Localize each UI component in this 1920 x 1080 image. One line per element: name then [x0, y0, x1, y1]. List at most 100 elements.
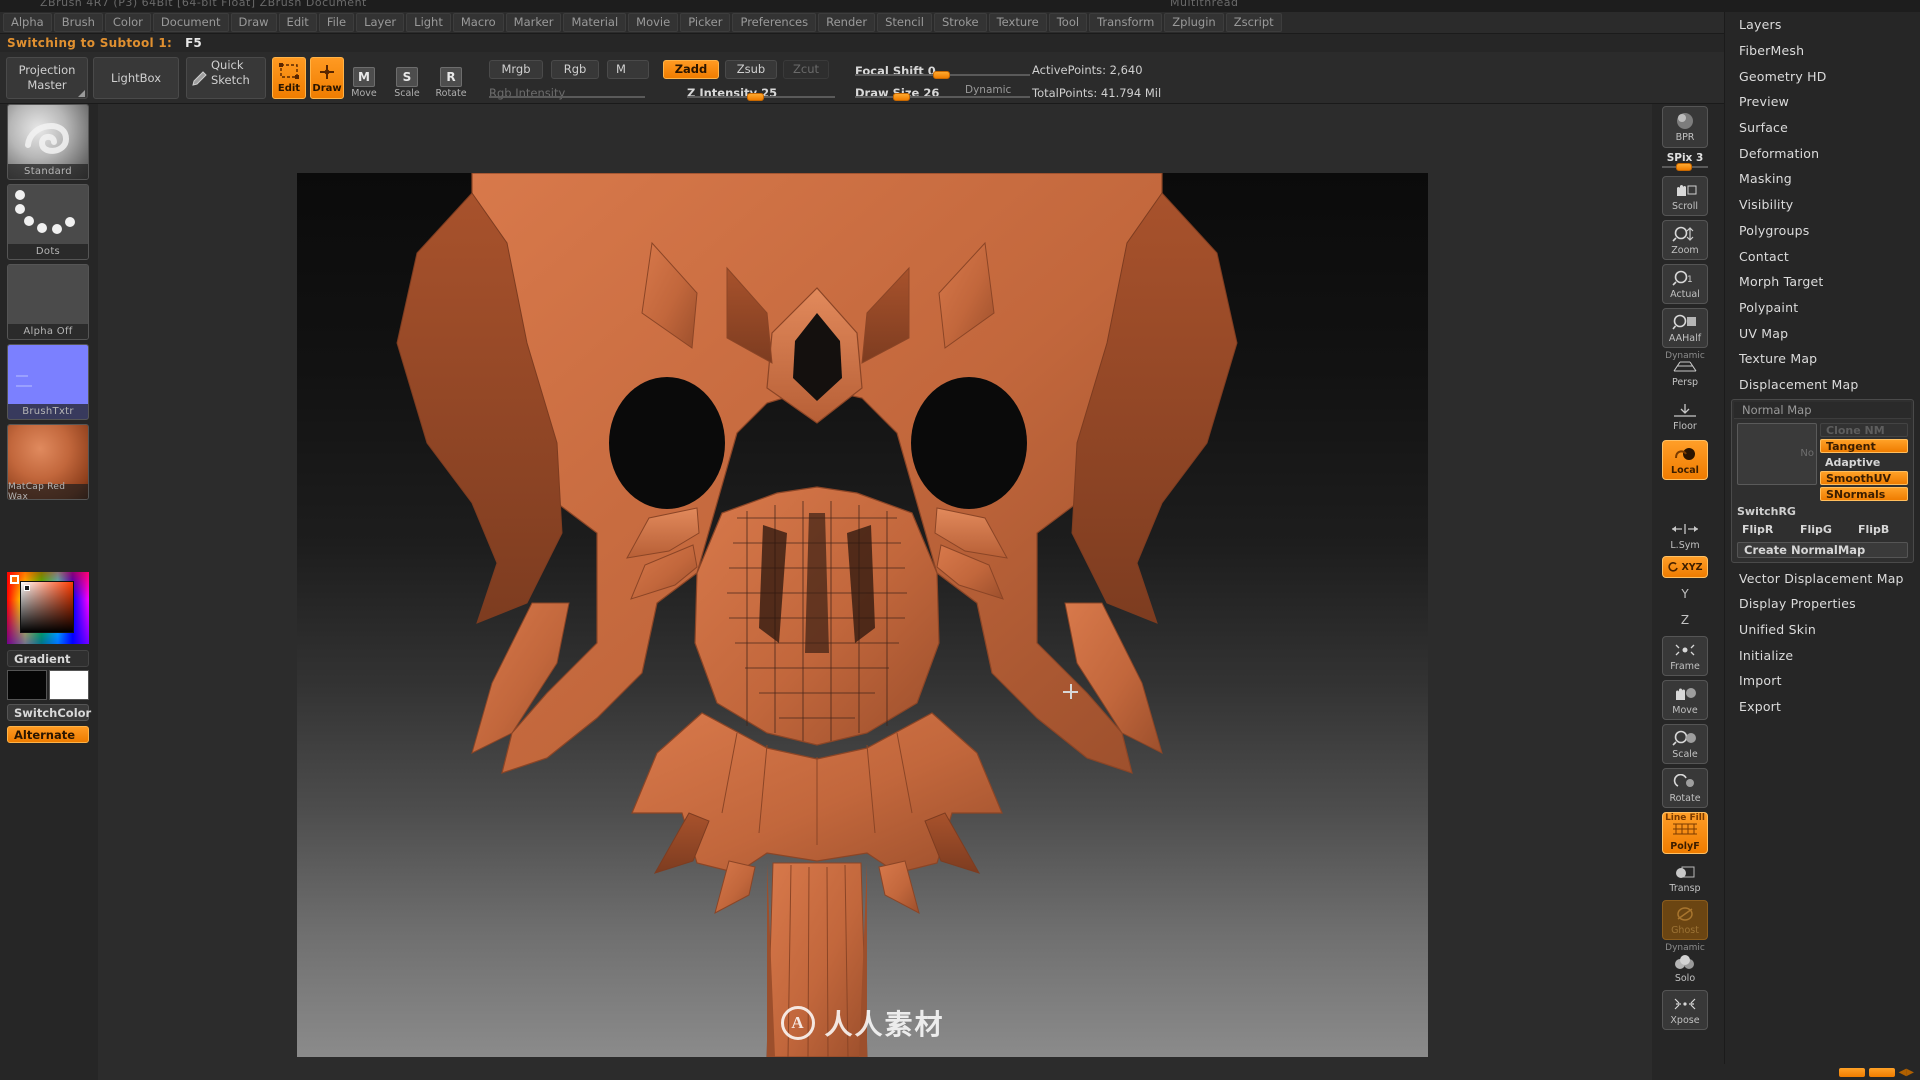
menu-item-brush[interactable]: Brush	[53, 13, 103, 32]
palette-item-polygroups[interactable]: Polygroups	[1725, 218, 1920, 244]
flipb-button[interactable]: FlipB	[1853, 522, 1908, 537]
palette-item-polypaint[interactable]: Polypaint	[1725, 295, 1920, 321]
menu-item-color[interactable]: Color	[104, 13, 151, 32]
saturation-marker[interactable]	[24, 585, 30, 591]
solo-button[interactable]: Dynamic Solo	[1662, 943, 1708, 986]
actual-button[interactable]: 1 Actual	[1662, 264, 1708, 304]
bpr-button[interactable]: BPR	[1662, 106, 1708, 148]
persp-button[interactable]: Dynamic Persp	[1662, 351, 1708, 392]
menu-item-file[interactable]: File	[318, 13, 355, 32]
rail-move-button[interactable]: Move	[1662, 680, 1708, 720]
alternate-button[interactable]: Alternate	[7, 726, 89, 743]
spix-slider[interactable]: SPix 3	[1662, 152, 1708, 171]
m-button[interactable]: M	[607, 60, 649, 79]
menu-item-macro[interactable]: Macro	[452, 13, 504, 32]
spix-knob[interactable]	[1676, 163, 1692, 171]
normal-map-preview[interactable]: No	[1737, 423, 1817, 486]
palette-item-surface[interactable]: Surface	[1725, 115, 1920, 141]
palette-item-masking[interactable]: Masking	[1725, 166, 1920, 192]
zoom-button[interactable]: Zoom	[1662, 220, 1708, 260]
palette-item-visibility[interactable]: Visibility	[1725, 192, 1920, 218]
focal-shift-knob[interactable]	[933, 71, 950, 79]
z-intensity-knob[interactable]	[747, 93, 764, 101]
flipg-button[interactable]: FlipG	[1795, 522, 1850, 537]
palette-item-displacement-map[interactable]: Displacement Map	[1725, 372, 1920, 398]
hue-marker[interactable]	[10, 575, 19, 584]
smoothuv-button[interactable]: SmoothUV	[1820, 471, 1908, 486]
zadd-button[interactable]: Zadd	[663, 60, 719, 79]
stroke-thumbnail[interactable]: Dots	[7, 184, 89, 260]
y-axis-button[interactable]: Y	[1662, 582, 1708, 606]
ghost-button[interactable]: Ghost	[1662, 900, 1708, 940]
aahalf-button[interactable]: AAHalf	[1662, 308, 1708, 348]
palette-item-initialize[interactable]: Initialize	[1725, 642, 1920, 668]
local-button[interactable]: Local	[1662, 440, 1708, 480]
projection-master-button[interactable]: Projection Master	[6, 57, 88, 99]
status-arrow-icon[interactable]: ◀▶	[1899, 1067, 1914, 1078]
menu-item-draw[interactable]: Draw	[230, 13, 277, 32]
palette-item-texture-map[interactable]: Texture Map	[1725, 346, 1920, 372]
status-chip-2[interactable]	[1868, 1067, 1895, 1077]
palette-item-fibermesh[interactable]: FiberMesh	[1725, 38, 1920, 64]
xyz-button[interactable]: XYZ	[1662, 556, 1708, 578]
flipr-button[interactable]: FlipR	[1737, 522, 1792, 537]
move-button[interactable]: M Move	[350, 59, 378, 99]
alpha-thumbnail[interactable]: Alpha Off	[7, 264, 89, 340]
status-chip-1[interactable]	[1838, 1067, 1865, 1077]
scroll-button[interactable]: Scroll	[1662, 176, 1708, 216]
gradient-button[interactable]: Gradient	[7, 650, 89, 667]
snormals-button[interactable]: SNormals	[1820, 487, 1908, 502]
palette-item-morph-target[interactable]: Morph Target	[1725, 269, 1920, 295]
palette-item-import[interactable]: Import	[1725, 668, 1920, 694]
palette-item-export[interactable]: Export	[1725, 694, 1920, 720]
frame-button[interactable]: Frame	[1662, 636, 1708, 676]
menu-item-stencil[interactable]: Stencil	[877, 13, 932, 32]
menu-item-marker[interactable]: Marker	[505, 13, 562, 32]
brush-thumbnail[interactable]: Standard	[7, 104, 89, 180]
palette-item-uv-map[interactable]: UV Map	[1725, 320, 1920, 346]
lsym-button[interactable]: L.Sym	[1662, 518, 1708, 552]
menu-item-material[interactable]: Material	[563, 13, 627, 32]
scale-button[interactable]: S Scale	[393, 59, 421, 99]
z-intensity-slider[interactable]: Z Intensity 25	[687, 82, 835, 101]
rgb-intensity-slider[interactable]: Rgb Intensity	[489, 82, 645, 100]
menu-item-movie[interactable]: Movie	[628, 13, 679, 32]
rail-scale-button[interactable]: Scale	[1662, 724, 1708, 764]
menu-item-stroke[interactable]: Stroke	[933, 13, 987, 32]
z-axis-button[interactable]: Z	[1662, 608, 1708, 632]
transp-button[interactable]: Transp	[1662, 858, 1708, 898]
rotate-button[interactable]: R Rotate	[435, 59, 467, 99]
menu-item-edit[interactable]: Edit	[278, 13, 317, 32]
material-thumbnail[interactable]: MatCap Red Wax	[7, 424, 89, 500]
edit-button[interactable]: Edit	[272, 57, 306, 99]
menu-item-alpha[interactable]: Alpha	[3, 13, 52, 32]
zcut-button[interactable]: Zcut	[783, 60, 829, 79]
polyf-button[interactable]: Line Fill PolyF	[1662, 812, 1708, 854]
draw-size-knob[interactable]	[893, 93, 910, 101]
clone-nm-button[interactable]: Clone NM	[1820, 423, 1908, 438]
quick-sketch-button[interactable]: Quick Sketch	[186, 57, 266, 99]
floor-button[interactable]: Floor	[1662, 396, 1708, 436]
palette-item-vector-displacement-map[interactable]: Vector Displacement Map	[1725, 565, 1920, 591]
menu-item-zplugin[interactable]: Zplugin	[1164, 13, 1224, 32]
menu-item-light[interactable]: Light	[406, 13, 451, 32]
xpose-button[interactable]: Xpose	[1662, 990, 1708, 1030]
zsub-button[interactable]: Zsub	[725, 60, 777, 79]
palette-item-layers[interactable]: Layers	[1725, 12, 1920, 38]
create-normalmap-button[interactable]: Create NormalMap	[1737, 542, 1908, 559]
menu-item-zscript[interactable]: Zscript	[1225, 13, 1282, 32]
tangent-button[interactable]: Tangent	[1820, 439, 1908, 454]
adaptive-button[interactable]: Adaptive	[1820, 455, 1908, 469]
menu-item-preferences[interactable]: Preferences	[732, 13, 817, 32]
switch-color-button[interactable]: SwitchColor	[7, 704, 91, 721]
menu-item-texture[interactable]: Texture	[988, 13, 1047, 32]
menu-item-picker[interactable]: Picker	[680, 13, 731, 32]
palette-item-geometry-hd[interactable]: Geometry HD	[1725, 63, 1920, 89]
rgb-button[interactable]: Rgb	[551, 60, 599, 79]
canvas-area[interactable]: A 人人素材	[98, 104, 1652, 1080]
menu-item-transform[interactable]: Transform	[1089, 13, 1163, 32]
rail-rotate-button[interactable]: Rotate	[1662, 768, 1708, 808]
palette-item-contact[interactable]: Contact	[1725, 243, 1920, 269]
menu-item-document[interactable]: Document	[152, 13, 229, 32]
menu-item-layer[interactable]: Layer	[356, 13, 405, 32]
